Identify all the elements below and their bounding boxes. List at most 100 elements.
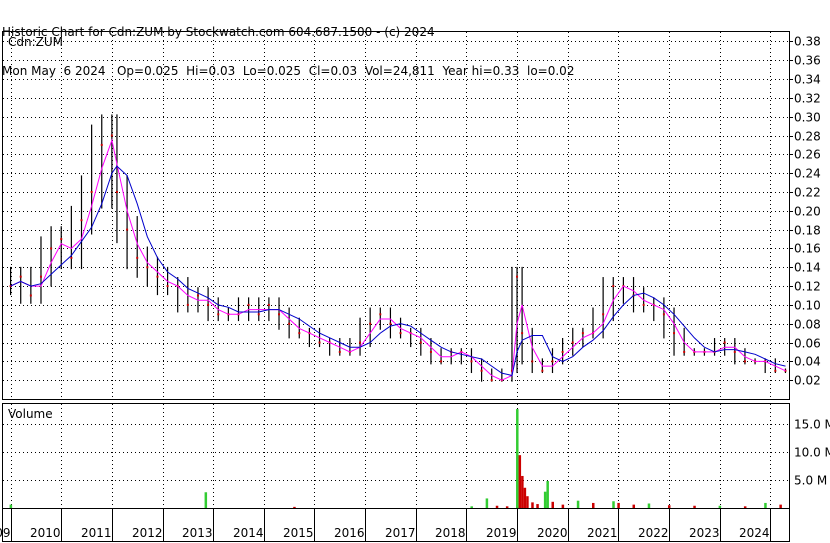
y-tick-label: 0.32: [794, 92, 821, 106]
volume-bar: [523, 487, 527, 508]
close-dot: [743, 360, 746, 363]
close-dot: [110, 134, 113, 137]
close-dot: [389, 322, 392, 325]
volume-bar: [536, 504, 539, 508]
close-dot: [662, 313, 665, 316]
close-dot: [561, 350, 564, 353]
y-tick-label: 0.16: [794, 242, 821, 256]
close-dot: [39, 275, 42, 278]
volume-bar: [516, 409, 519, 508]
close-dot: [516, 275, 519, 278]
y-tick-label: 0.06: [794, 337, 821, 351]
close-dot: [581, 332, 584, 335]
y-tick-label: 0.26: [794, 148, 821, 162]
close-dot: [166, 285, 169, 288]
close-dot: [19, 275, 22, 278]
volume-bar: [526, 496, 529, 508]
x-tick-label: 2022: [638, 526, 669, 540]
volume-bar: [470, 506, 473, 508]
close-dot: [733, 350, 736, 353]
grid-lines: [3, 32, 793, 541]
close-dot: [90, 190, 93, 193]
close-dot: [29, 294, 32, 297]
x-tick-label: 2017: [385, 526, 416, 540]
volume-bar: [551, 501, 554, 508]
volume-panel-frame: [2, 403, 790, 509]
x-tick-label: 2016: [334, 526, 365, 540]
y-tick-label: 0.36: [794, 54, 821, 68]
volume-bar: [546, 481, 549, 508]
volume-bar: [485, 498, 489, 508]
x-tick-label: 2014: [233, 526, 264, 540]
volume-bar: [667, 505, 671, 508]
close-dot: [551, 360, 554, 363]
volume-bar: [521, 475, 524, 508]
volume-tick-label: 15.0 M: [794, 418, 830, 432]
close-dot: [80, 219, 83, 222]
volume-bar: [612, 501, 615, 508]
volume-bar: [632, 504, 636, 508]
volume-bar: [9, 504, 13, 508]
volume-bar: [531, 502, 534, 508]
axis-labels: 0.02 0.04 0.06 0.08 0.10 0.12 0.14 0.16 0.18 0.20…: [0, 35, 830, 541]
volume-bars: [9, 409, 782, 508]
y-tick-label: 0.24: [794, 167, 821, 181]
volume-panel-label: Volume: [8, 407, 53, 421]
close-dot: [673, 332, 676, 335]
close-dot: [521, 332, 524, 335]
close-dot: [217, 313, 220, 316]
volume-tick-label: 10.0 M: [794, 446, 830, 460]
close-dot: [683, 350, 686, 353]
volume-bar: [617, 502, 620, 508]
close-dot: [126, 228, 129, 231]
close-dot: [419, 341, 422, 344]
y-tick-label: 0.12: [794, 280, 821, 294]
close-dot: [490, 379, 493, 382]
y-tick-label: 0.28: [794, 130, 821, 144]
volume-bar: [293, 506, 296, 508]
y-tick-label: 0.20: [794, 205, 821, 219]
y-tick-label: 0.08: [794, 318, 821, 332]
x-tick-label: 2009: [0, 526, 11, 540]
close-dot: [60, 238, 63, 241]
x-tick-label: 2015: [283, 526, 314, 540]
x-tick-label: 2018: [435, 526, 466, 540]
y-tick-label: 0.10: [794, 299, 821, 313]
close-dot: [207, 303, 210, 306]
x-tick-label: 2021: [587, 526, 618, 540]
volume-bar: [495, 505, 499, 508]
close-dot: [146, 266, 149, 269]
price-panel-frame: [2, 31, 790, 400]
y-tick-label: 0.30: [794, 111, 821, 125]
close-dot: [571, 341, 574, 344]
volume-bar: [204, 492, 208, 508]
close-dot: [470, 360, 473, 363]
volume-bar: [518, 455, 522, 508]
volume-bar: [561, 504, 565, 508]
y-tick-label: 0.22: [794, 186, 821, 200]
historic-chart: Cdn:ZUM Volume 0.020.040.060.080.100.120…: [0, 31, 830, 542]
close-dot: [774, 369, 777, 372]
close-dot: [480, 369, 483, 372]
x-tick-label: 2013: [182, 526, 213, 540]
close-dot: [359, 341, 362, 344]
x-tick-label: 2024: [739, 526, 770, 540]
y-tick-label: 0.18: [794, 224, 821, 238]
close-dot: [196, 294, 199, 297]
close-dot: [267, 303, 270, 306]
close-dot: [369, 322, 372, 325]
close-dot: [50, 247, 53, 250]
volume-bar: [592, 502, 595, 508]
y-tick-label: 0.02: [794, 374, 821, 388]
volume-bar: [718, 505, 722, 508]
volume-bar: [505, 506, 509, 508]
x-tick-label: 2011: [81, 526, 112, 540]
close-dot: [602, 313, 605, 316]
y-tick-label: 0.34: [794, 73, 821, 87]
x-tick-label: 2019: [486, 526, 517, 540]
close-dot: [531, 360, 534, 363]
volume-bar: [779, 504, 782, 508]
x-tick-label: 2010: [30, 526, 61, 540]
close-dot: [541, 369, 544, 372]
volume-bar: [647, 503, 651, 508]
